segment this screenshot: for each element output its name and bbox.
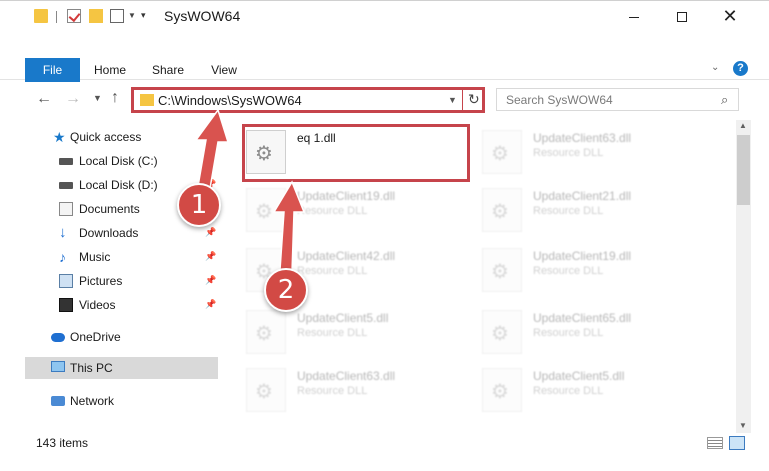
arrow-2 (272, 180, 306, 273)
annotation-arrows (194, 108, 306, 273)
callout-1: 1 (177, 183, 221, 227)
callout-2: 2 (264, 268, 308, 312)
